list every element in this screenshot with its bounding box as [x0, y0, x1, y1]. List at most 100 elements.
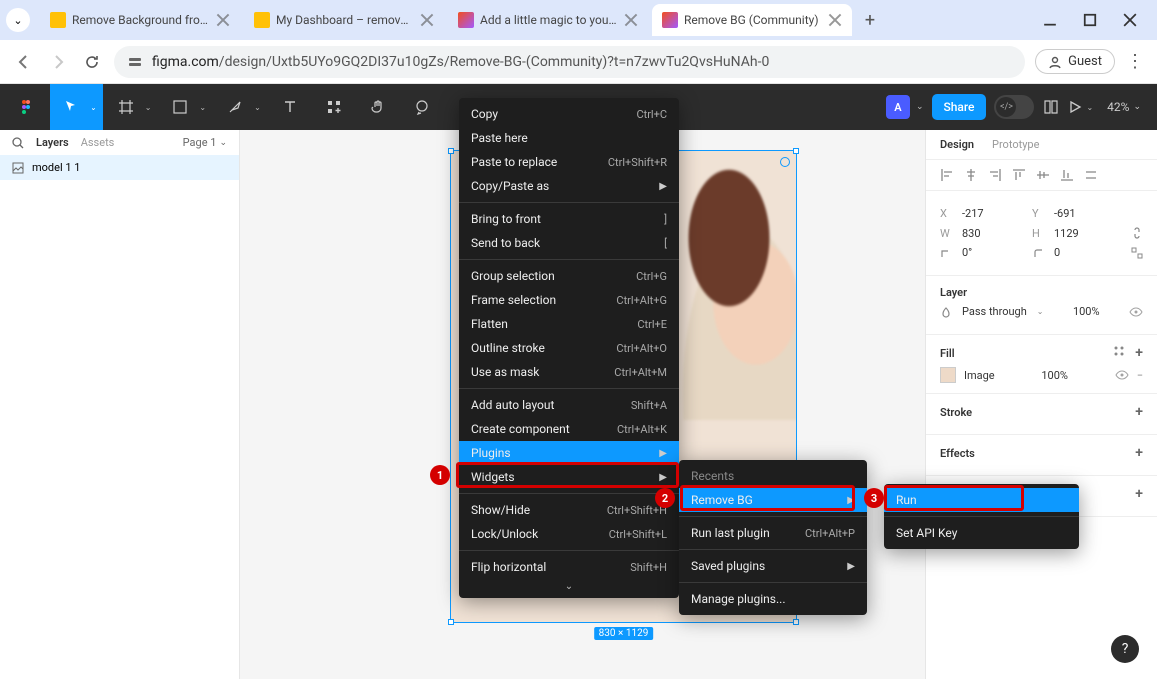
corner-input[interactable]: 0 [1054, 246, 1114, 259]
profile-button[interactable]: Guest [1035, 49, 1115, 74]
menu-lock-unlock[interactable]: Lock/UnlockCtrl+Shift+L [459, 522, 679, 546]
y-input[interactable]: -691 [1054, 207, 1114, 220]
resize-handle-tr[interactable] [793, 148, 799, 154]
align-right-icon[interactable] [988, 168, 1002, 182]
h-input[interactable]: 1129 [1054, 227, 1114, 240]
help-button[interactable]: ? [1111, 635, 1139, 663]
menu-frame-selection[interactable]: Frame selectionCtrl+Alt+G [459, 288, 679, 312]
menu-outline-stroke[interactable]: Outline strokeCtrl+Alt+O [459, 336, 679, 360]
prototype-tab[interactable]: Prototype [992, 138, 1039, 151]
chevron-down-icon[interactable]: ⌄ [916, 102, 924, 112]
tabs-dropdown[interactable]: ⌄ [6, 8, 30, 32]
menu-auto-layout[interactable]: Add auto layoutShift+A [459, 393, 679, 417]
close-icon[interactable] [216, 13, 230, 27]
rotation-input[interactable]: 0° [962, 246, 1022, 259]
menu-copy-paste-as[interactable]: Copy/Paste as▶ [459, 174, 679, 198]
menu-show-hide[interactable]: Show/HideCtrl+Shift+H [459, 498, 679, 522]
add-stroke-button[interactable]: + [1135, 404, 1143, 420]
site-settings-icon[interactable] [128, 55, 142, 69]
resources-button[interactable] [313, 84, 355, 130]
new-tab-button[interactable]: + [856, 10, 884, 31]
move-tool[interactable] [50, 84, 92, 130]
align-hcenter-icon[interactable] [964, 168, 978, 182]
assets-tab[interactable]: Assets [81, 136, 115, 149]
w-input[interactable]: 830 [962, 227, 1022, 240]
address-bar[interactable]: figma.com/design/Uxtb5UYo9GQ2DI37u10gZs/… [114, 46, 1025, 78]
figma-menu-button[interactable] [6, 84, 48, 130]
x-input[interactable]: -217 [962, 207, 1022, 220]
browser-tab-0[interactable]: Remove Background from [40, 4, 240, 36]
frame-tool[interactable] [105, 84, 147, 130]
menu-flip-horizontal[interactable]: Flip horizontalShift+H [459, 555, 679, 579]
browser-tab-1[interactable]: My Dashboard – remove.b [244, 4, 444, 36]
shape-tool[interactable] [159, 84, 201, 130]
design-tab[interactable]: Design [940, 138, 974, 151]
submenu-saved-plugins[interactable]: Saved plugins▶ [679, 554, 867, 578]
rotation-handle[interactable] [780, 157, 790, 167]
menu-use-as-mask[interactable]: Use as maskCtrl+Alt+M [459, 360, 679, 384]
menu-send-back[interactable]: Send to back[ [459, 231, 679, 255]
add-effect-button[interactable]: + [1135, 445, 1143, 461]
eye-icon[interactable] [1115, 369, 1129, 381]
remove-fill-button[interactable]: − [1137, 369, 1143, 382]
menu-scroll-down[interactable]: ⌄ [459, 579, 679, 594]
zoom-menu[interactable]: 42%⌄ [1107, 100, 1141, 114]
maximize-icon[interactable] [1083, 13, 1097, 27]
chevron-down-icon[interactable]: ⌄ [1086, 103, 1099, 112]
pen-tool[interactable] [214, 84, 256, 130]
styles-icon[interactable] [1113, 345, 1125, 357]
resize-handle-tl[interactable] [448, 148, 454, 154]
minimize-icon[interactable] [1043, 13, 1057, 27]
distribute-icon[interactable] [1084, 168, 1098, 182]
menu-flatten[interactable]: FlattenCtrl+E [459, 312, 679, 336]
align-top-icon[interactable] [1012, 168, 1026, 182]
close-icon[interactable] [624, 13, 638, 27]
close-icon[interactable] [828, 13, 842, 27]
fill-type[interactable]: Image [964, 369, 995, 382]
fill-swatch[interactable] [940, 367, 956, 383]
align-left-icon[interactable] [940, 168, 954, 182]
eye-icon[interactable] [1129, 306, 1143, 318]
menu-paste-replace[interactable]: Paste to replaceCtrl+Shift+R [459, 150, 679, 174]
menu-paste-here[interactable]: Paste here [459, 126, 679, 150]
align-vcenter-icon[interactable] [1036, 168, 1050, 182]
comment-tool[interactable] [401, 84, 443, 130]
chevron-down-icon[interactable]: ⌄ [1037, 307, 1044, 316]
forward-button[interactable] [46, 50, 70, 74]
browser-menu-button[interactable]: ⋮ [1125, 51, 1145, 72]
independent-corners-icon[interactable] [1131, 247, 1143, 259]
present-icon[interactable] [1068, 100, 1082, 114]
menu-copy[interactable]: CopyCtrl+C [459, 102, 679, 126]
browser-tab-2[interactable]: Add a little magic to your f [448, 4, 648, 36]
back-button[interactable] [12, 50, 36, 74]
browser-tab-3[interactable]: Remove BG (Community) [652, 4, 852, 36]
fill-opacity[interactable]: 100% [1041, 369, 1068, 382]
align-bottom-icon[interactable] [1060, 168, 1074, 182]
resize-handle-br[interactable] [793, 619, 799, 625]
menu-create-component[interactable]: Create componentCtrl+Alt+K [459, 417, 679, 441]
layers-tab[interactable]: Layers [36, 136, 69, 149]
page-selector[interactable]: Page 1 ⌄ [183, 136, 227, 149]
layer-row[interactable]: model 1 1 [0, 155, 239, 180]
text-tool[interactable] [269, 84, 311, 130]
close-icon[interactable] [420, 13, 434, 27]
menu-group[interactable]: Group selectionCtrl+G [459, 264, 679, 288]
close-window-icon[interactable] [1123, 13, 1137, 27]
hand-tool[interactable] [357, 84, 399, 130]
submenu-set-api-key[interactable]: Set API Key [884, 521, 1079, 545]
dev-mode-toggle[interactable]: </> [994, 95, 1034, 119]
blend-mode[interactable]: Pass through [962, 305, 1027, 318]
opacity-input[interactable]: 100% [1073, 305, 1100, 318]
library-icon[interactable] [1042, 98, 1060, 116]
menu-bring-front[interactable]: Bring to front] [459, 207, 679, 231]
add-fill-button[interactable]: + [1135, 345, 1143, 361]
submenu-manage-plugins[interactable]: Manage plugins... [679, 587, 867, 611]
reload-button[interactable] [80, 50, 104, 74]
link-wh-icon[interactable] [1131, 226, 1143, 240]
submenu-run-last[interactable]: Run last pluginCtrl+Alt+P [679, 521, 867, 545]
avatar[interactable]: A [886, 95, 910, 119]
resize-handle-bl[interactable] [448, 619, 454, 625]
search-icon[interactable] [12, 137, 24, 149]
add-export-button[interactable]: + [1135, 486, 1143, 502]
share-button[interactable]: Share [932, 94, 987, 120]
